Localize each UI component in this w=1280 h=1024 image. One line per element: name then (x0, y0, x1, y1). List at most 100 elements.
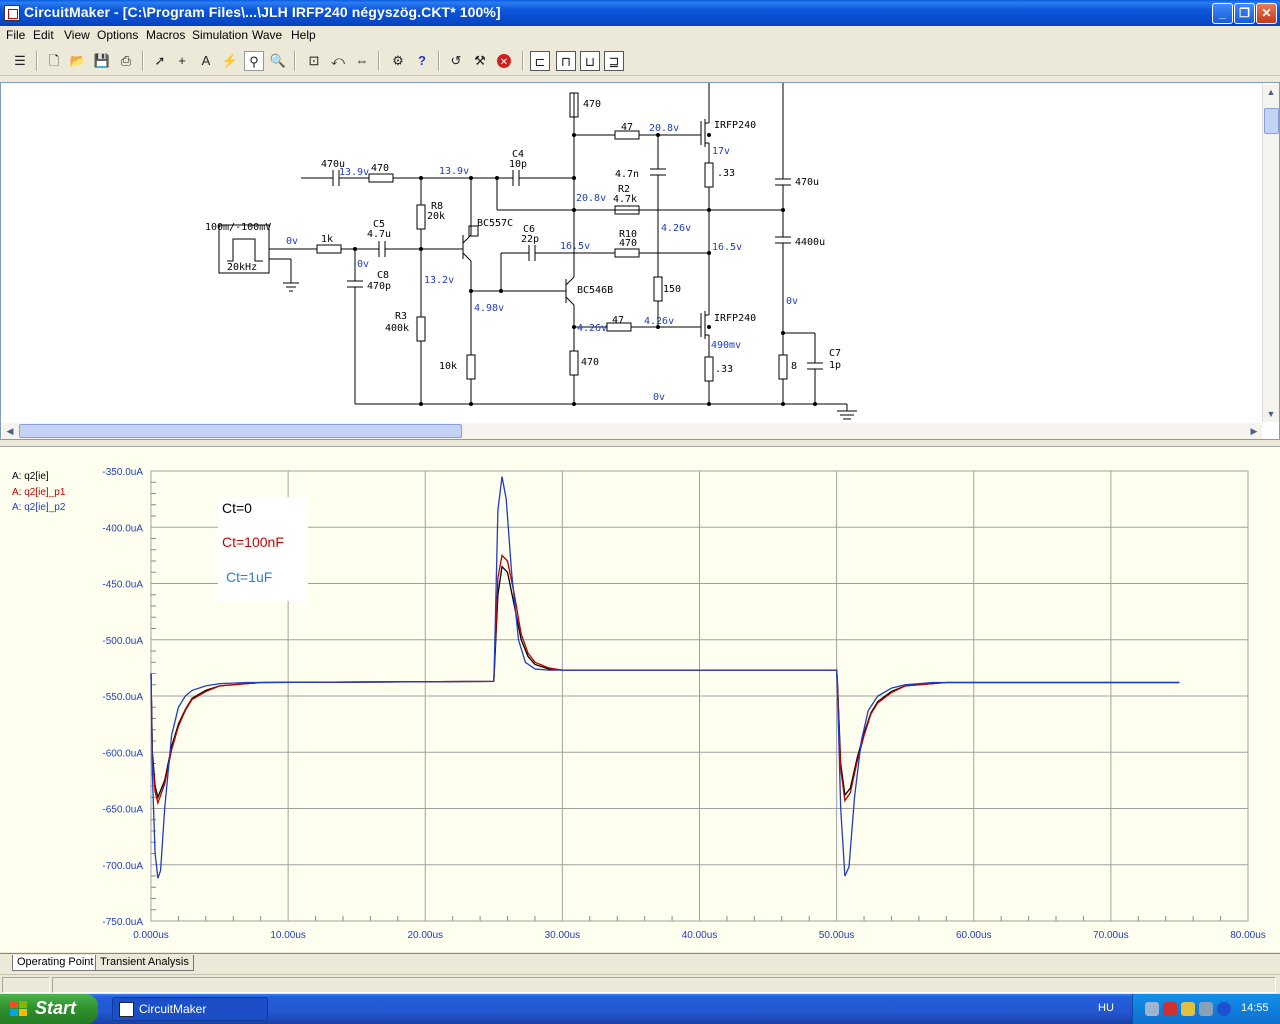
y-tick-label: -650.0uA (102, 805, 143, 816)
language-indicator[interactable]: HU (1098, 1002, 1114, 1014)
schematic-label: 470u (795, 177, 819, 188)
zoom-icon[interactable]: 🔍 (268, 51, 288, 71)
save-icon[interactable]: 💾 (92, 51, 112, 71)
windows-logo-icon (10, 1001, 27, 1016)
schematic-label: 0v (286, 236, 298, 247)
schematic-label: 4.7n (615, 169, 639, 180)
zoom-fit-icon[interactable]: ⊡ (304, 51, 324, 71)
menu-edit[interactable]: Edit (33, 28, 54, 42)
schematic-label: BC557C (477, 218, 513, 229)
print-icon[interactable]: ⎙ (116, 51, 136, 71)
menu-view[interactable]: View (64, 28, 90, 42)
wire-icon[interactable]: + (172, 51, 192, 71)
volume-icon[interactable] (1181, 1002, 1195, 1016)
schematic-label: 20.8v (576, 193, 606, 204)
parts-icon[interactable]: ☰ (10, 51, 30, 71)
taskbar-item-circuitmaker[interactable]: CircuitMaker (112, 997, 268, 1021)
analysis-tabs: Operating Point Transient Analysis (0, 953, 1280, 971)
clock[interactable]: 14:55 (1241, 1002, 1269, 1014)
schematic-label: 16.5v (560, 241, 590, 252)
schematic-label: IRFP240 (714, 120, 756, 131)
step-icon[interactable]: ⊒ (604, 51, 624, 71)
transient-chart[interactable]: -350.0uA -400.0uA -450.0uA -500.0uA -550.0uA… (0, 447, 1280, 953)
schematic-label: 10k (439, 361, 457, 372)
schematic-label: 16.5v (712, 242, 742, 253)
text-icon[interactable]: A (196, 51, 216, 71)
menu-file[interactable]: File (6, 28, 25, 42)
schematic-label: 4.7k (613, 194, 637, 205)
scroll-up-icon[interactable]: ▲ (1263, 84, 1279, 100)
digital-icon[interactable]: ⊏ (530, 51, 550, 71)
x-tick-label: 30.00us (545, 930, 581, 941)
schematic-label: 20k (427, 211, 445, 222)
horizontal-scroll-thumb[interactable] (19, 424, 462, 438)
schematic-drawing[interactable]: 470u13.9v 470 13.9vC410p47047 20.8v IRFP2401… (1, 83, 1263, 423)
window-title: CircuitMaker - [C:\Program Files\...\JLH… (24, 4, 501, 20)
menu-simulation[interactable]: Simulation (192, 28, 248, 42)
menu-options[interactable]: Options (97, 28, 138, 42)
horizontal-scrollbar[interactable]: ◀ ▶ (2, 423, 1262, 439)
scroll-right-icon[interactable]: ▶ (1246, 423, 1262, 439)
tab-operating-point[interactable]: Operating Point (12, 955, 99, 971)
probe-icon[interactable]: ⚡ (220, 51, 240, 71)
bluetooth-icon[interactable] (1217, 1002, 1231, 1016)
title-bar: CircuitMaker - [C:\Program Files\...\JLH… (0, 0, 1280, 26)
schematic-label: 47 (621, 122, 633, 133)
minimize-button[interactable]: _ (1212, 3, 1233, 24)
schematic-label: .33 (717, 168, 735, 179)
schematic-label: BC546B (577, 285, 613, 296)
menu-help[interactable]: Help (291, 28, 316, 42)
y-tick-label: -750.0uA (102, 917, 143, 928)
schematic-label: 470 (581, 357, 599, 368)
connection-icon[interactable] (1199, 1002, 1213, 1016)
annotation-text: Ct=1uF (226, 569, 272, 585)
taskbar: Start CircuitMaker HU 14:55 (0, 994, 1280, 1024)
stop-icon[interactable]: ✕ (494, 51, 514, 71)
new-icon[interactable]: 🗋 (44, 51, 64, 71)
annotation-text: Ct=100nF (222, 534, 284, 550)
tab-transient-analysis[interactable]: Transient Analysis (95, 955, 194, 971)
taskbar-item-label: CircuitMaker (139, 1002, 207, 1016)
restore-button[interactable]: ❐ (1234, 3, 1255, 24)
scroll-left-icon[interactable]: ◀ (2, 423, 18, 439)
rotate-icon[interactable]: ⤺ (328, 51, 348, 71)
help-icon[interactable]: ? (412, 51, 432, 71)
arrow-icon[interactable]: ➚ (150, 51, 170, 71)
start-button[interactable]: Start (0, 994, 98, 1024)
probe-tool-icon[interactable]: ⚲ (244, 51, 264, 71)
schematic-label: 470 (619, 238, 637, 249)
mirror-icon[interactable]: ⇔ (352, 51, 372, 71)
vertical-scrollbar[interactable]: ▲ ▼ (1262, 84, 1279, 422)
toolbar: ☰ 🗋 📂 💾 ⎙ ➚ + A ⚡ ⚲ 🔍 ⊡ ⤺ ⇔ ⚙ ? ↺ ⚒ ✕ ⊏ … (0, 46, 1280, 76)
menu-macros[interactable]: Macros (146, 28, 185, 42)
app-icon[interactable] (4, 5, 20, 21)
schematic-label: 13.2v (424, 275, 454, 286)
tool-icon[interactable]: ⚒ (470, 51, 490, 71)
open-icon[interactable]: 📂 (68, 51, 88, 71)
security-icon[interactable] (1163, 1002, 1177, 1016)
schematic-label: 13.9v (439, 166, 469, 177)
x-tick-label: 50.00us (819, 930, 855, 941)
menu-bar: File Edit View Options Macros Simulation… (0, 26, 1280, 45)
waveform-pane[interactable]: A: q2[ie] A: q2[ie]_p1 A: q2[ie]_p2 -350… (0, 446, 1280, 952)
analog-icon[interactable]: ⊓ (556, 51, 576, 71)
close-button[interactable]: ✕ (1256, 3, 1277, 24)
schematic-label: R3 (395, 311, 407, 322)
schematic-label: 8 (791, 361, 797, 372)
start-label: Start (35, 998, 77, 1018)
trace-icon[interactable]: ⊔ (580, 51, 600, 71)
menu-wave[interactable]: Wave (252, 28, 282, 42)
network-icon[interactable] (1145, 1002, 1159, 1016)
schematic-canvas[interactable]: 470u 13.9v 470 13.9v C4 10p 470 47 20.8v IRFP240 1… (0, 82, 1280, 440)
vertical-scroll-thumb[interactable] (1264, 108, 1279, 134)
undo-icon[interactable]: ↺ (446, 51, 466, 71)
schematic-label: 100m/-100mV (205, 222, 271, 233)
scroll-down-icon[interactable]: ▼ (1263, 406, 1279, 422)
y-tick-label: -500.0uA (102, 636, 143, 647)
schematic-label: 4.26v (644, 316, 674, 327)
run-icon[interactable]: ⚙ (388, 51, 408, 71)
y-tick-label: -700.0uA (102, 861, 143, 872)
schematic-label: 470 (371, 163, 389, 174)
y-tick-label: -550.0uA (102, 692, 143, 703)
x-tick-label: 0.000us (133, 930, 169, 941)
